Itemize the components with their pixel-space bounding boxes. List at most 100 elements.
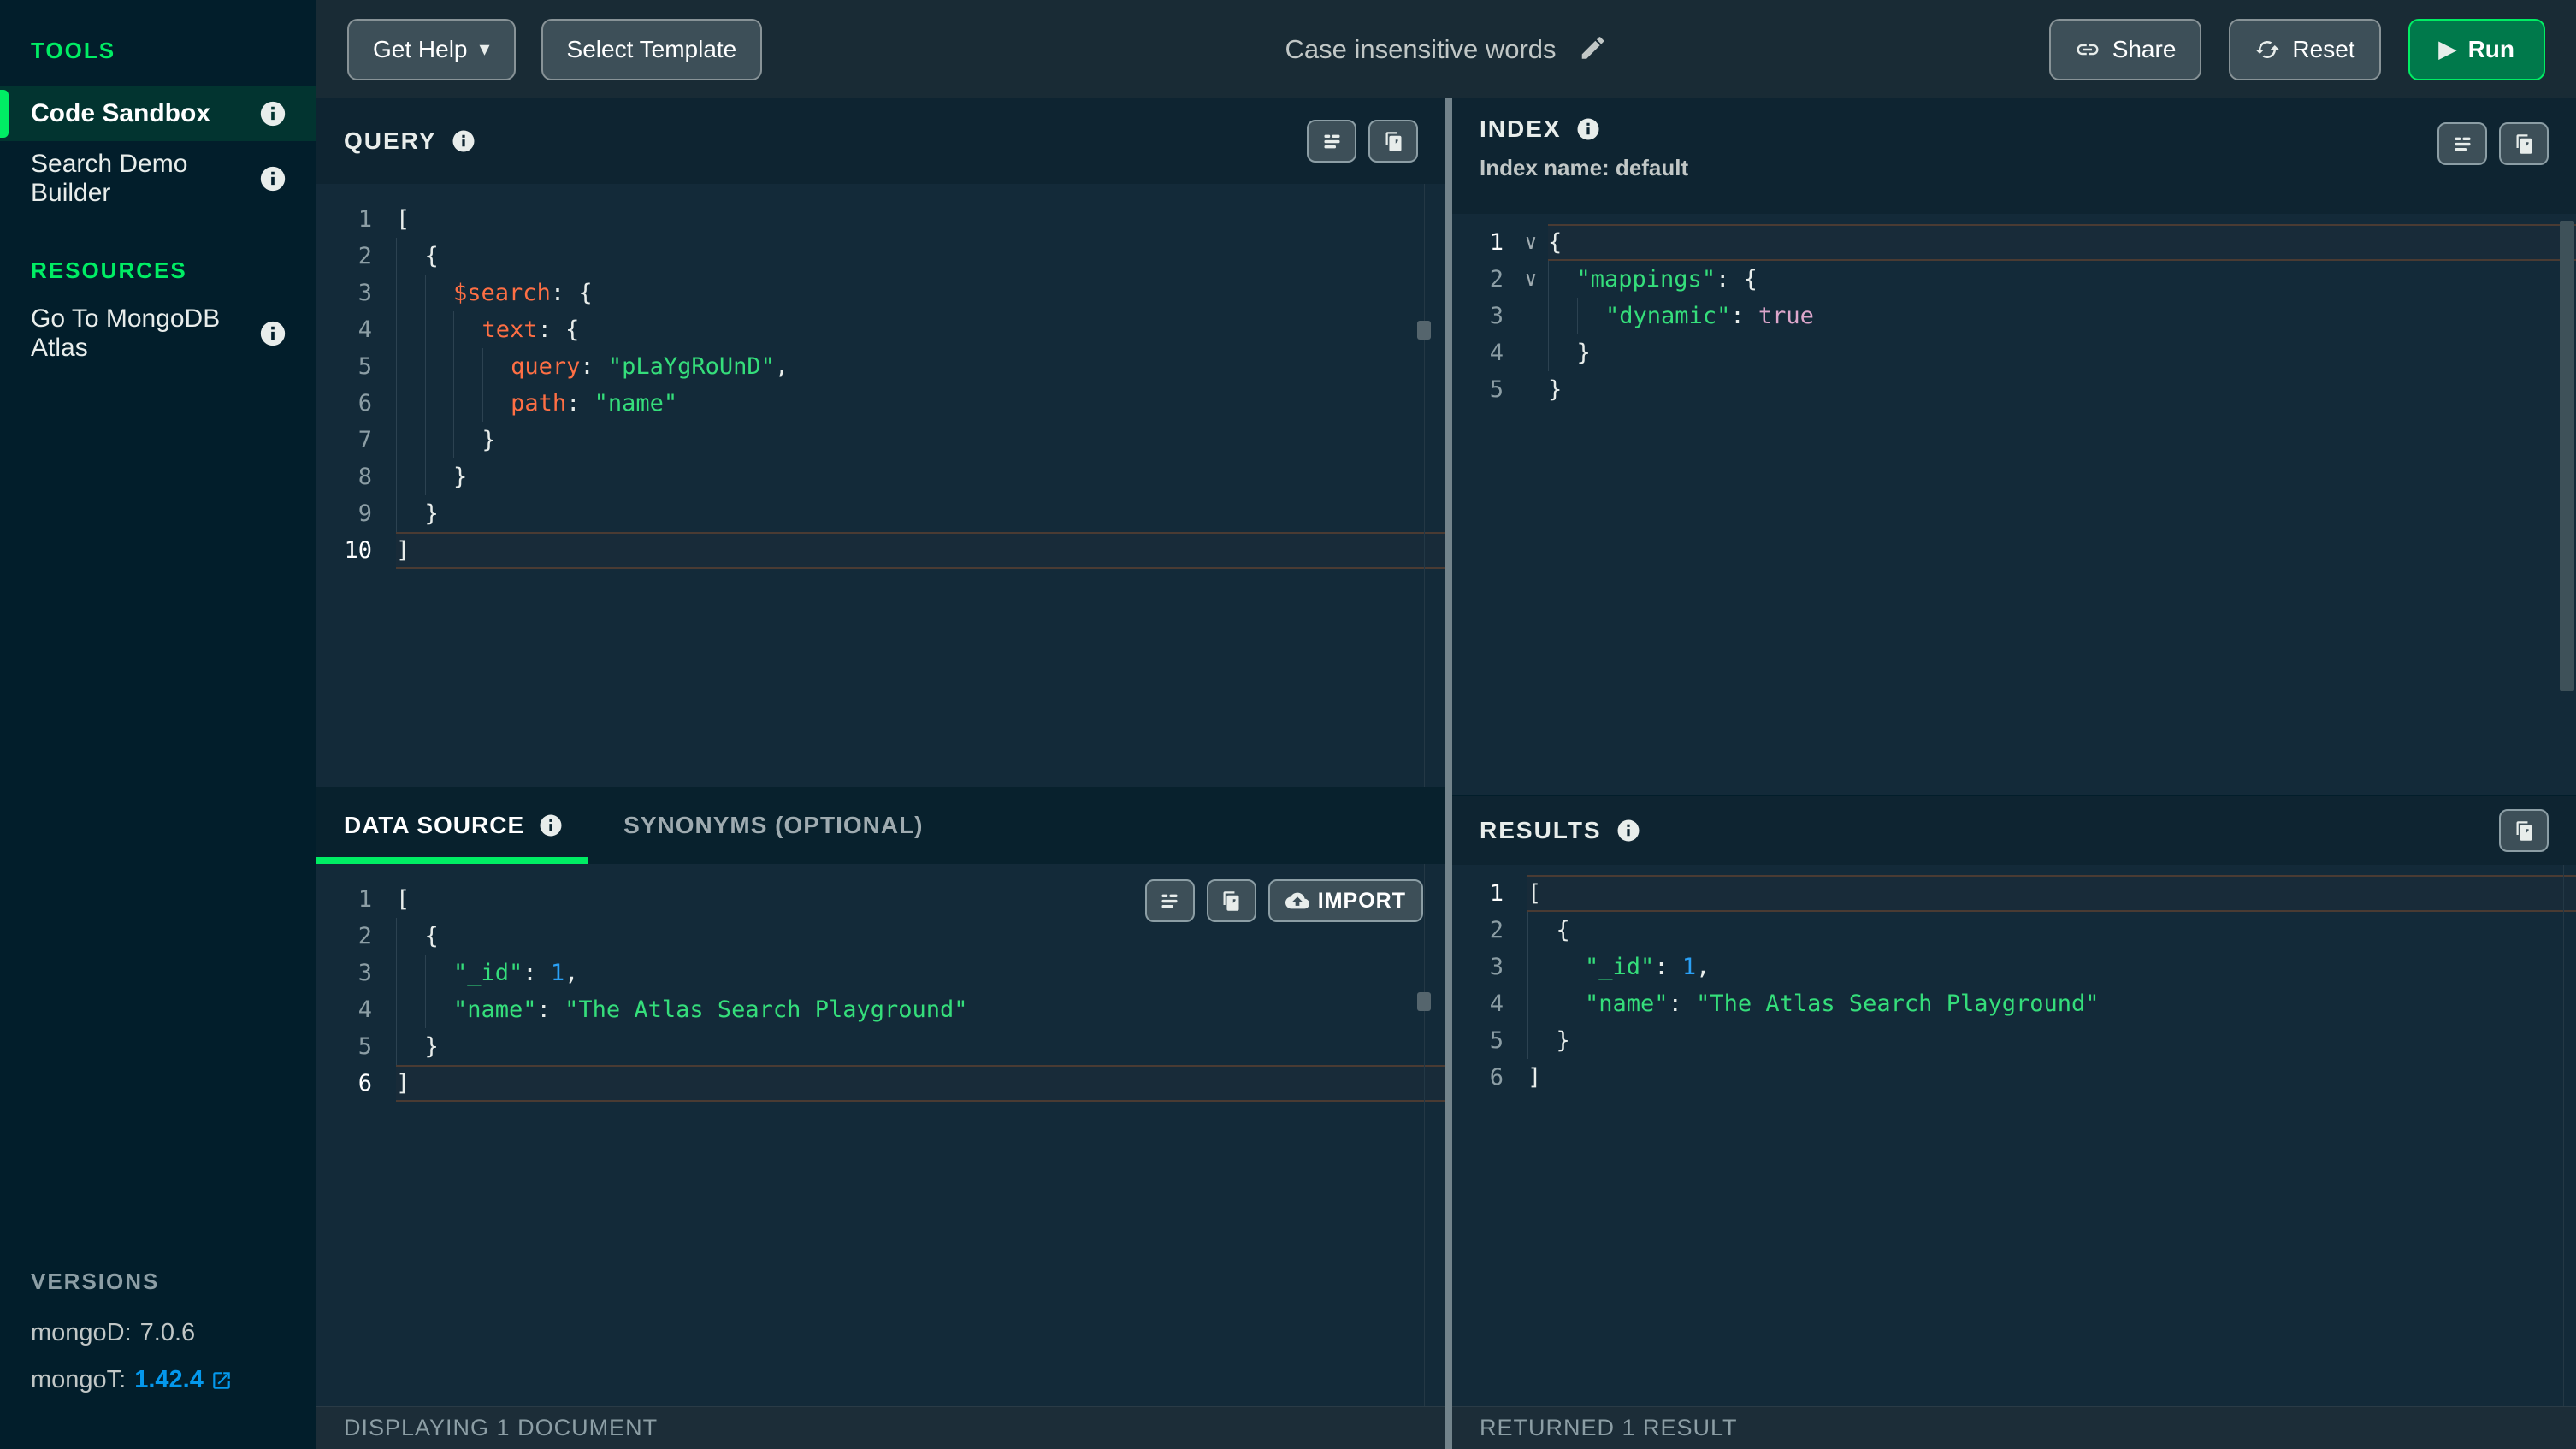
scrollbar-track [1424, 184, 1425, 787]
code-line[interactable]: 9 } [329, 495, 1445, 532]
code-line[interactable]: 2 { [329, 238, 1445, 275]
results-editor[interactable]: 1[2 {3 "_id": 1,4 "name": "The Atlas Sea… [1452, 865, 2576, 1406]
info-icon[interactable] [258, 319, 287, 348]
code-line[interactable]: 10] [329, 532, 1445, 569]
code-text: "mappings": { [1548, 261, 2576, 298]
code-line[interactable]: 5 } [329, 1028, 1445, 1065]
format-code-button[interactable] [2437, 122, 2487, 165]
scrollbar-track [1424, 864, 1425, 1406]
line-number: 9 [329, 495, 372, 532]
code-line[interactable]: 4 "name": "The Atlas Search Playground" [329, 991, 1445, 1028]
results-panel: RESULTS 1[2 {3 "_id": 1,4 "name": "The A… [1452, 795, 2576, 1449]
code-line[interactable]: 4 "name": "The Atlas Search Playground" [1461, 985, 2576, 1022]
index-editor[interactable]: 1 ∨{2 ∨ "mappings": {3 "dynamic": true4 }5… [1452, 214, 2576, 795]
edit-title-button[interactable] [1579, 33, 1608, 65]
code-text: { [396, 918, 1445, 955]
code-text: { [396, 238, 1445, 275]
code-line[interactable]: 4 text: { [329, 311, 1445, 348]
left-column: QUERY [316, 98, 1445, 1449]
line-number: 3 [329, 955, 372, 991]
code-line[interactable]: 3 $search: { [329, 275, 1445, 311]
code-line[interactable]: 5 query: "pLaYgRoUnD", [329, 348, 1445, 385]
code-line[interactable]: 6 path: "name" [329, 385, 1445, 422]
query-panel-title: QUERY [344, 127, 476, 155]
info-icon[interactable] [258, 164, 287, 193]
import-button[interactable]: IMPORT [1268, 879, 1423, 922]
code-line[interactable]: 2 { [329, 918, 1445, 955]
playground-title-wrap: Case insensitive words [1285, 33, 1607, 65]
query-editor[interactable]: 1[2 {3 $search: {4 text: {5 query: "pLaY… [316, 184, 1445, 787]
line-number: 5 [329, 348, 372, 385]
get-help-button[interactable]: Get Help ▾ [347, 19, 516, 80]
run-button[interactable]: ▶ Run [2408, 19, 2545, 80]
code-text: } [396, 1028, 1445, 1065]
sidebar-section-resources: RESOURCES [31, 257, 316, 284]
select-template-button[interactable]: Select Template [541, 19, 763, 80]
code-text: { [1548, 224, 2576, 261]
tab-synonyms[interactable]: SYNONYMS (OPTIONAL) [596, 787, 947, 864]
scrollbar-thumb[interactable] [1417, 992, 1431, 1011]
results-header-actions [2499, 809, 2549, 852]
results-panel-header: RESULTS [1452, 796, 2576, 865]
workspace: QUERY [316, 98, 2576, 1449]
line-number: 6 [329, 385, 372, 422]
line-number: 8 [329, 458, 372, 495]
scrollbar-track [2563, 865, 2564, 1406]
data-source-editor[interactable]: IMPORT 1[2 {3 "_id": 1,4 "name": "The At… [316, 864, 1445, 1406]
code-line[interactable]: 6] [329, 1065, 1445, 1102]
scrollbar-thumb[interactable] [1417, 321, 1431, 340]
info-icon[interactable] [538, 813, 564, 838]
topbar-left: Get Help ▾ Select Template [347, 19, 762, 80]
copy-code-button[interactable] [1207, 879, 1256, 922]
line-number: 4 [1461, 334, 1504, 371]
line-number: 6 [329, 1065, 372, 1102]
code-line[interactable]: 2 ∨ "mappings": { [1461, 261, 2576, 298]
code-line[interactable]: 3 "_id": 1, [329, 955, 1445, 991]
fold-chevron-icon[interactable]: ∨ [1515, 224, 1546, 261]
code-line[interactable]: 3 "_id": 1, [1461, 949, 2576, 985]
right-column: INDEX Index name: default [1452, 98, 2576, 1449]
code-line[interactable]: 6] [1461, 1059, 2576, 1096]
code-line[interactable]: 3 "dynamic": true [1461, 298, 2576, 334]
code-line[interactable]: 5 } [1461, 1022, 2576, 1059]
fold-chevron-icon[interactable]: ∨ [1515, 261, 1546, 298]
copy-code-button[interactable] [2499, 809, 2549, 852]
code-line[interactable]: 2 { [1461, 912, 2576, 949]
share-button[interactable]: Share [2049, 19, 2202, 80]
data-source-tabbar: DATA SOURCE SYNONYMS (OPTIONAL) [316, 787, 1445, 864]
info-icon[interactable] [258, 99, 287, 128]
tab-data-source[interactable]: DATA SOURCE [316, 787, 588, 864]
sidebar-item-search-demo-builder[interactable]: Search Demo Builder [0, 151, 316, 206]
code-line[interactable]: 4 } [1461, 334, 2576, 371]
copy-code-button[interactable] [1368, 120, 1418, 163]
line-number: 1 [1461, 224, 1504, 261]
code-line[interactable]: 1[ [329, 201, 1445, 238]
fold-gutter [1515, 298, 1546, 334]
code-text: query: "pLaYgRoUnD", [396, 348, 1445, 385]
info-icon[interactable] [1616, 818, 1641, 843]
sidebar-item-label: Code Sandbox [31, 99, 210, 128]
info-icon[interactable] [451, 128, 476, 154]
code-line[interactable]: 1[ [1461, 875, 2576, 912]
pencil-icon [1579, 33, 1608, 62]
sidebar-item-go-to-mongodb-atlas[interactable]: Go To MongoDB Atlas [0, 306, 316, 361]
code-text: } [1527, 1022, 2576, 1059]
copy-code-button[interactable] [2499, 122, 2549, 165]
code-line[interactable]: 7 } [329, 422, 1445, 458]
scrollbar-thumb[interactable] [2560, 221, 2574, 691]
sidebar-item-code-sandbox[interactable]: Code Sandbox [0, 86, 316, 141]
panel-divider[interactable] [1445, 98, 1452, 1449]
code-line[interactable]: 8 } [329, 458, 1445, 495]
code-line[interactable]: 1 ∨{ [1461, 224, 2576, 261]
code-text: } [396, 495, 1445, 532]
reset-button[interactable]: Reset [2229, 19, 2380, 80]
code-text: ] [1527, 1059, 2576, 1096]
format-code-button[interactable] [1145, 879, 1195, 922]
code-line[interactable]: 5} [1461, 371, 2576, 408]
format-code-button[interactable] [1307, 120, 1356, 163]
index-header-actions [2437, 122, 2549, 165]
mongot-version-link[interactable]: 1.42.4 [134, 1366, 233, 1394]
line-number: 2 [1461, 261, 1504, 298]
info-icon[interactable] [1575, 116, 1601, 142]
query-panel-header: QUERY [316, 98, 1445, 184]
